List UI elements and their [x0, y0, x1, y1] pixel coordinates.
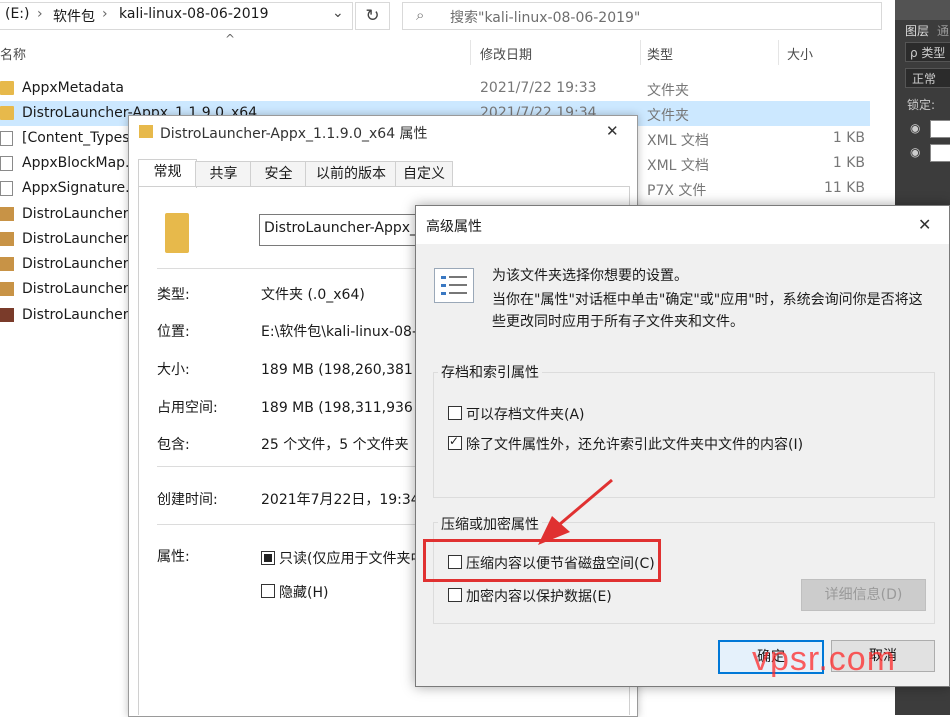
watermark: vpsr.com [752, 640, 897, 678]
annotation-arrow-icon [538, 478, 613, 545]
